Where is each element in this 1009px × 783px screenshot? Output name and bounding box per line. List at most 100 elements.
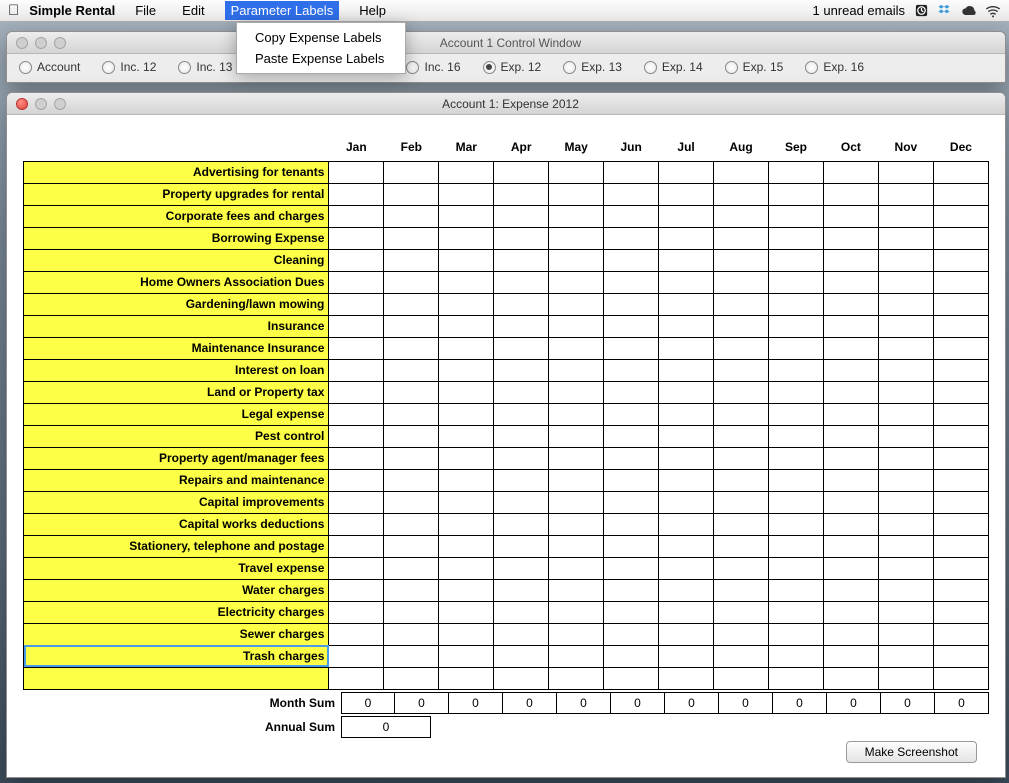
expense-cell[interactable]	[714, 315, 769, 337]
expense-cell[interactable]	[494, 403, 549, 425]
expense-cell[interactable]	[878, 403, 933, 425]
expense-cell[interactable]	[933, 601, 988, 623]
expense-cell[interactable]	[659, 447, 714, 469]
expense-cell[interactable]	[384, 601, 439, 623]
row-label[interactable]: Repairs and maintenance	[24, 469, 329, 491]
expense-cell[interactable]	[659, 205, 714, 227]
expense-cell[interactable]	[329, 183, 384, 205]
expense-cell[interactable]	[714, 227, 769, 249]
expense-cell[interactable]	[439, 293, 494, 315]
expense-cell[interactable]	[439, 469, 494, 491]
expense-cell[interactable]	[329, 425, 384, 447]
expense-cell[interactable]	[769, 293, 824, 315]
expense-cell[interactable]	[329, 645, 384, 667]
apple-icon[interactable]: 	[8, 2, 19, 19]
expense-cell[interactable]	[714, 667, 769, 689]
expense-cell[interactable]	[329, 667, 384, 689]
expense-cell[interactable]	[878, 601, 933, 623]
expense-cell[interactable]	[439, 491, 494, 513]
expense-cell[interactable]	[494, 623, 549, 645]
expense-cell[interactable]	[933, 205, 988, 227]
expense-cell[interactable]	[714, 579, 769, 601]
expense-cell[interactable]	[604, 425, 659, 447]
expense-cell[interactable]	[604, 623, 659, 645]
row-label[interactable]: Property agent/manager fees	[24, 447, 329, 469]
expense-cell[interactable]	[714, 513, 769, 535]
row-label[interactable]: Pest control	[24, 425, 329, 447]
expense-cell[interactable]	[933, 623, 988, 645]
expense-cell[interactable]	[769, 337, 824, 359]
expense-cell[interactable]	[878, 623, 933, 645]
expense-cell[interactable]	[604, 249, 659, 271]
expense-cell[interactable]	[439, 271, 494, 293]
expense-cell[interactable]	[494, 447, 549, 469]
expense-window-titlebar[interactable]: Account 1: Expense 2012	[7, 93, 1005, 115]
expense-cell[interactable]	[714, 557, 769, 579]
menu-help[interactable]: Help	[353, 1, 392, 20]
expense-cell[interactable]	[659, 579, 714, 601]
expense-cell[interactable]	[878, 337, 933, 359]
expense-cell[interactable]	[604, 227, 659, 249]
expense-cell[interactable]	[329, 293, 384, 315]
expense-cell[interactable]	[439, 557, 494, 579]
expense-cell[interactable]	[604, 293, 659, 315]
expense-cell[interactable]	[769, 667, 824, 689]
expense-cell[interactable]	[823, 337, 878, 359]
expense-cell[interactable]	[549, 667, 604, 689]
radio-exp-15[interactable]: Exp. 15	[725, 60, 784, 74]
expense-cell[interactable]	[604, 491, 659, 513]
expense-cell[interactable]	[878, 667, 933, 689]
cloud-icon[interactable]	[961, 3, 977, 19]
expense-cell[interactable]	[549, 249, 604, 271]
expense-cell[interactable]	[878, 205, 933, 227]
expense-cell[interactable]	[384, 535, 439, 557]
expense-cell[interactable]	[329, 337, 384, 359]
radio-exp-12[interactable]: Exp. 12	[483, 60, 542, 74]
expense-cell[interactable]	[659, 535, 714, 557]
expense-cell[interactable]	[494, 645, 549, 667]
expense-cell[interactable]	[714, 447, 769, 469]
minimize-icon[interactable]	[35, 98, 47, 110]
expense-cell[interactable]	[769, 645, 824, 667]
expense-cell[interactable]	[933, 381, 988, 403]
expense-cell[interactable]	[384, 381, 439, 403]
expense-cell[interactable]	[823, 645, 878, 667]
expense-cell[interactable]	[494, 205, 549, 227]
row-label[interactable]: Home Owners Association Dues	[24, 271, 329, 293]
expense-cell[interactable]	[549, 381, 604, 403]
row-label[interactable]: Land or Property tax	[24, 381, 329, 403]
expense-cell[interactable]	[878, 469, 933, 491]
expense-cell[interactable]	[933, 667, 988, 689]
expense-cell[interactable]	[604, 667, 659, 689]
expense-cell[interactable]	[494, 315, 549, 337]
expense-cell[interactable]	[604, 535, 659, 557]
expense-cell[interactable]	[659, 161, 714, 183]
expense-cell[interactable]	[933, 249, 988, 271]
expense-cell[interactable]	[933, 315, 988, 337]
expense-cell[interactable]	[878, 579, 933, 601]
expense-cell[interactable]	[659, 249, 714, 271]
expense-cell[interactable]	[769, 403, 824, 425]
expense-cell[interactable]	[878, 447, 933, 469]
dropbox-icon[interactable]	[937, 3, 953, 19]
expense-cell[interactable]	[384, 205, 439, 227]
expense-cell[interactable]	[439, 623, 494, 645]
expense-cell[interactable]	[439, 315, 494, 337]
expense-cell[interactable]	[604, 557, 659, 579]
expense-cell[interactable]	[494, 601, 549, 623]
expense-cell[interactable]	[714, 337, 769, 359]
expense-cell[interactable]	[494, 249, 549, 271]
expense-cell[interactable]	[549, 161, 604, 183]
dropdown-copy-expense-labels[interactable]: Copy Expense Labels	[237, 27, 405, 48]
row-label[interactable]: Insurance	[24, 315, 329, 337]
expense-cell[interactable]	[769, 161, 824, 183]
expense-cell[interactable]	[439, 161, 494, 183]
expense-cell[interactable]	[329, 271, 384, 293]
expense-cell[interactable]	[439, 667, 494, 689]
expense-cell[interactable]	[878, 513, 933, 535]
expense-cell[interactable]	[549, 183, 604, 205]
expense-cell[interactable]	[714, 535, 769, 557]
make-screenshot-button[interactable]: Make Screenshot	[846, 741, 977, 763]
expense-cell[interactable]	[878, 425, 933, 447]
expense-cell[interactable]	[494, 513, 549, 535]
